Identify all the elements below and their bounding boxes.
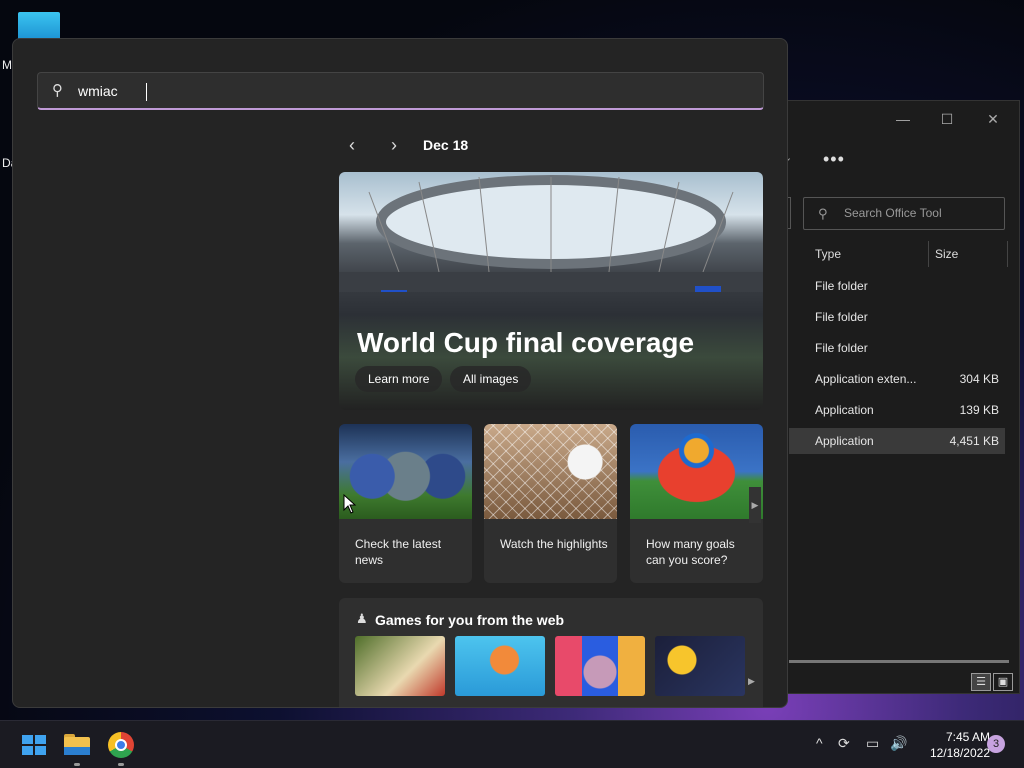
search-input[interactable]: [78, 80, 738, 102]
row-type: File folder: [815, 341, 868, 355]
horizontal-scrollbar[interactable]: [789, 660, 1009, 663]
column-header-type[interactable]: Type: [815, 247, 841, 261]
search-icon: ⚲: [52, 82, 63, 99]
card-latest-news[interactable]: Check the latest news: [339, 424, 472, 583]
game-tile-puzzle[interactable]: [655, 636, 745, 696]
game-tile-fish[interactable]: [455, 636, 545, 696]
hero-card-world-cup[interactable]: World Cup final coverage Learn more All …: [339, 172, 763, 410]
highlight-date: Dec 18: [423, 137, 469, 153]
sync-icon[interactable]: ⟳: [838, 735, 850, 752]
row-size: 4,451 KB: [949, 434, 999, 448]
explorer-search-input[interactable]: ⚲ Search Office Tool: [803, 197, 1005, 230]
maximize-button[interactable]: ☐: [937, 109, 957, 129]
game-tile-pixel-cat[interactable]: [555, 636, 645, 696]
clock-date: 12/18/2022: [929, 746, 990, 760]
table-row[interactable]: Application exten... 304 KB: [789, 366, 1005, 392]
card-caption: Watch the highlights: [500, 537, 608, 551]
table-row[interactable]: Application 139 KB: [789, 397, 1005, 423]
soccer-balls-image: [339, 424, 472, 519]
row-type: Application: [815, 434, 874, 448]
table-row-selected[interactable]: Application 4,451 KB: [789, 428, 1005, 454]
row-type: Application exten...: [815, 372, 917, 386]
network-icon[interactable]: ▭: [866, 735, 879, 752]
volume-icon[interactable]: 🔊: [890, 735, 907, 752]
search-flyout: ⚲ ‹ › Dec 18 World Cup final coverage Le…: [12, 38, 788, 708]
mouse-cursor: [343, 494, 357, 514]
card-caption: Check the latest news: [355, 537, 442, 567]
learn-more-button[interactable]: Learn more: [355, 366, 443, 392]
row-type: File folder: [815, 310, 868, 324]
start-button[interactable]: [18, 731, 46, 759]
row-type: Application: [815, 403, 874, 417]
cards-scroll-right-button[interactable]: ▶: [749, 487, 761, 523]
details-view-button[interactable]: ☰: [971, 673, 991, 691]
search-placeholder: Search Office Tool: [844, 206, 942, 220]
goal-net-image: [484, 424, 617, 519]
column-divider[interactable]: [1007, 241, 1008, 267]
minimize-button[interactable]: —: [893, 109, 913, 129]
taskbar: ^ ⟳ ▭ 🔊 7:45 AM 12/18/2022 3: [0, 720, 1024, 768]
table-row[interactable]: File folder: [789, 335, 1005, 361]
row-size: 304 KB: [959, 372, 999, 386]
text-caret: [146, 83, 147, 101]
games-icon: ♟: [356, 611, 368, 626]
tiles-view-button[interactable]: ▣: [993, 673, 1013, 691]
search-box[interactable]: ⚲: [37, 72, 764, 110]
games-scroll-right-button[interactable]: ▶: [748, 676, 755, 687]
soccer-game-image: [630, 424, 763, 519]
column-header-size[interactable]: Size: [935, 247, 958, 261]
hero-title: World Cup final coverage: [357, 327, 695, 358]
close-button[interactable]: ✕: [983, 109, 1003, 129]
card-highlights[interactable]: Watch the highlights: [484, 424, 617, 583]
file-explorer-taskbar-button[interactable]: [62, 729, 94, 761]
running-indicator: [118, 763, 124, 766]
next-day-button[interactable]: ›: [391, 135, 397, 156]
chrome-taskbar-button[interactable]: [105, 729, 137, 761]
row-size: 139 KB: [959, 403, 999, 417]
desktop-label: M: [2, 58, 12, 72]
table-row[interactable]: File folder: [789, 304, 1005, 330]
more-options-button[interactable]: •••: [823, 149, 845, 170]
show-hidden-icons-button[interactable]: ^: [816, 735, 823, 751]
card-caption: How many goals can you score?: [646, 537, 735, 567]
table-row[interactable]: File folder: [789, 273, 1005, 299]
games-section-title: Games for you from the web: [375, 612, 565, 628]
notification-badge[interactable]: 3: [987, 735, 1005, 753]
stadium-image: [339, 175, 763, 292]
clock-time: 7:45 AM: [945, 730, 990, 744]
game-tile-mahjong[interactable]: [355, 636, 445, 696]
row-type: File folder: [815, 279, 868, 293]
running-indicator: [74, 763, 80, 766]
column-divider[interactable]: [928, 241, 929, 267]
games-section: ♟ Games for you from the web ▶: [339, 598, 763, 707]
card-soccer-game[interactable]: How many goals can you score?: [630, 424, 763, 583]
all-images-button[interactable]: All images: [450, 366, 532, 392]
search-icon: ⚲: [818, 206, 828, 221]
previous-day-button[interactable]: ‹: [349, 135, 355, 156]
windows-logo-icon: [22, 735, 33, 744]
clock[interactable]: 7:45 AM 12/18/2022: [914, 729, 990, 761]
